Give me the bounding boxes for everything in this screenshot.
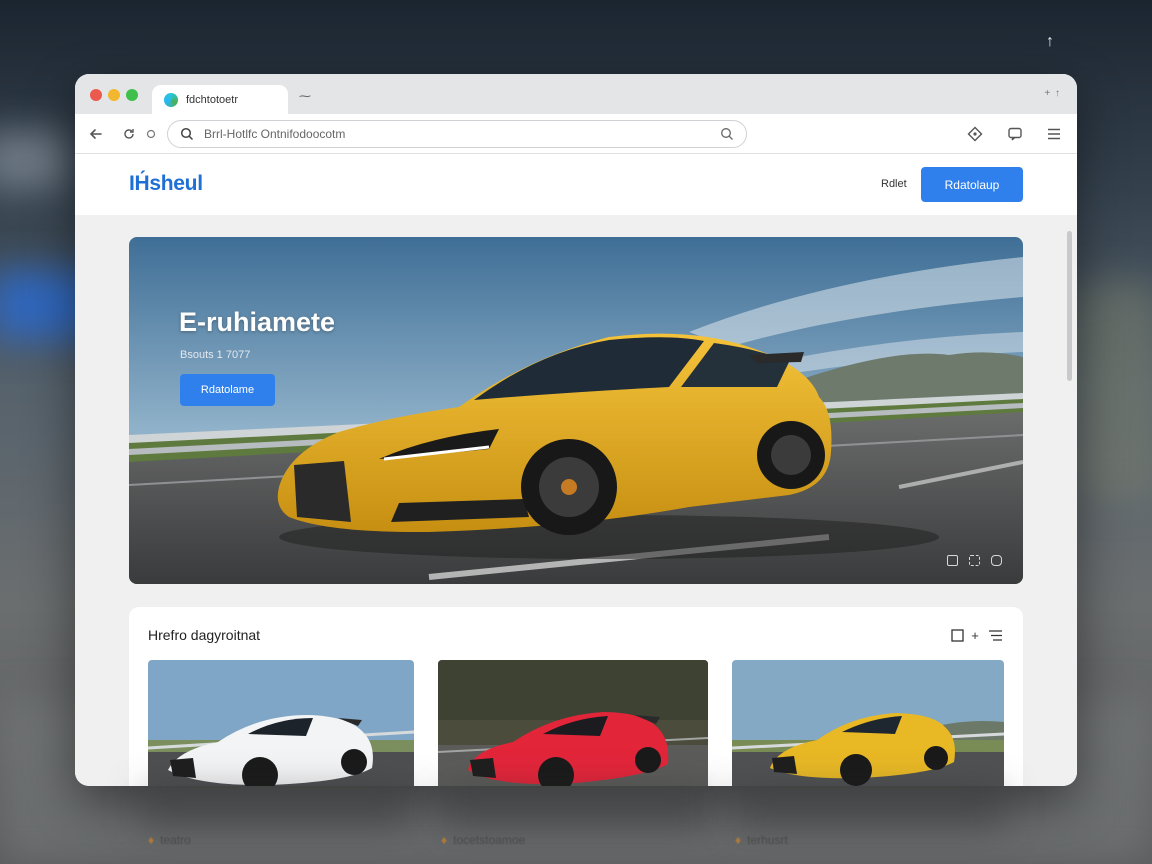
hero-banner: E-ruhiamete Bsouts 1 7077 Rdatolame <box>129 237 1023 584</box>
tab-bar: fdchtotoetr ⁓ + ↑ <box>75 74 1077 115</box>
tab-title: fdchtotoetr <box>186 94 238 106</box>
site-info-icon <box>146 129 156 139</box>
yellow-car-image <box>732 660 1004 786</box>
card-caption-red: ♦ tocetstoamoe <box>441 833 525 847</box>
gallery-card-red[interactable] <box>438 660 708 786</box>
white-car-image <box>148 660 414 786</box>
card-caption-text: terhusrt <box>747 833 788 847</box>
maximize-window-button[interactable] <box>126 89 138 101</box>
square-icon <box>950 628 964 642</box>
grid-view-icon[interactable] <box>949 627 965 643</box>
reload-icon <box>124 129 134 139</box>
extensions-button[interactable] <box>965 124 985 144</box>
tab-bar-controls[interactable]: + ↑ <box>1044 88 1061 99</box>
gallery-panel: Hrefro dagyroitnat + <box>129 607 1023 786</box>
backdrop-card-shadow <box>735 790 1005 830</box>
site-logo[interactable]: IH́sheul <box>129 172 203 196</box>
home-button[interactable] <box>141 124 161 144</box>
backdrop-blur-hill <box>1072 280 1152 500</box>
header-cta-button[interactable]: Rdatolaup <box>921 167 1023 202</box>
browser-toolbar: Brrl-Hotlfc Ontnifodoocotm <box>75 114 1077 154</box>
hamburger-icon <box>1048 128 1060 140</box>
browser-tab[interactable]: fdchtotoetr <box>152 85 288 115</box>
gallery-card-white[interactable] <box>148 660 414 786</box>
slide-pause-icon[interactable] <box>969 555 980 566</box>
close-window-button[interactable] <box>90 89 102 101</box>
gallery-title: Hrefro dagyroitnat <box>148 627 261 643</box>
backdrop-blur-text <box>0 130 70 190</box>
hero-subtitle: Bsouts 1 7077 <box>180 349 251 361</box>
slide-prev-icon[interactable] <box>947 555 958 566</box>
hero-cta-button[interactable]: Rdatolame <box>180 374 275 406</box>
backdrop-arrow-icon: ↑ <box>1046 33 1054 50</box>
minimize-window-button[interactable] <box>108 89 120 101</box>
search-icon[interactable] <box>720 127 734 141</box>
filter-lines-icon <box>988 629 1002 641</box>
flame-icon: ♦ <box>441 833 448 847</box>
flame-icon: ♦ <box>735 833 742 847</box>
nav-link[interactable]: Rdlet <box>881 178 907 190</box>
hero-title: E-ruhiamete <box>179 307 336 337</box>
arrow-left-icon <box>89 129 102 139</box>
card-caption-text: tocetstoamoe <box>453 833 526 847</box>
card-caption-text: teatro <box>160 833 191 847</box>
new-tab-button[interactable]: ⁓ <box>299 89 311 103</box>
search-icon <box>180 127 194 141</box>
menu-button[interactable] <box>1044 124 1064 144</box>
card-caption-white: ♦ teatro <box>148 833 191 847</box>
add-icon[interactable]: + <box>967 627 983 643</box>
gallery-card-yellow[interactable] <box>732 660 1004 786</box>
chat-button[interactable] <box>1005 124 1025 144</box>
favicon-icon <box>164 93 178 107</box>
diamond-icon <box>967 126 983 142</box>
reload-button[interactable] <box>119 124 139 144</box>
backdrop-card-shadow <box>440 790 710 830</box>
hero-car-image <box>129 237 1023 584</box>
back-button[interactable] <box>86 124 106 144</box>
card-caption-yellow: ♦ terhusrt <box>735 833 788 847</box>
chat-icon <box>1008 127 1022 141</box>
scrollbar-thumb[interactable] <box>1067 231 1072 381</box>
red-car-image <box>438 660 708 786</box>
flame-icon: ♦ <box>148 833 155 847</box>
page-content: E-ruhiamete Bsouts 1 7077 Rdatolame Href… <box>75 215 1077 786</box>
address-bar[interactable]: Brrl-Hotlfc Ontnifodoocotm <box>167 120 747 148</box>
sort-icon[interactable] <box>987 627 1003 643</box>
site-header: IH́sheul Rdlet Rdatolaup <box>75 154 1077 215</box>
slide-next-icon[interactable] <box>991 555 1002 566</box>
backdrop-card-shadow <box>140 790 410 830</box>
address-text: Brrl-Hotlfc Ontnifodoocotm <box>204 127 346 141</box>
browser-window: fdchtotoetr ⁓ + ↑ Brrl-Hotlfc Ontnifodoo… <box>75 74 1077 786</box>
